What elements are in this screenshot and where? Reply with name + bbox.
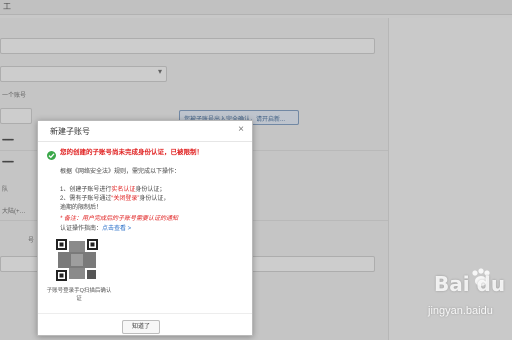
guide-link[interactable]: 点击查看 > [102,226,131,232]
dialog-step-2-line-2: 逾期的限制后！ [60,205,103,211]
qr-caption: 子账号登录手Q扫描后确认证 [46,288,112,302]
dialog-step-1: 1、创建子账号进行实名认证身份认证； [60,186,248,195]
qr-code-image [55,238,99,282]
watermark-url: jingyan.baidu [428,305,493,317]
dialog-intro: 根据《网络安全法》规则，需完成以下操作： [60,169,181,175]
note-text: * 备注：用户完成后的子账号需要认证的通知 [60,216,179,222]
dialog-guide: 认证操作指南：点击查看 > [60,225,248,234]
step-2-highlight: “关闭登录” [111,196,140,202]
success-check-icon [47,151,56,160]
close-icon[interactable]: × [238,124,244,135]
step-1-highlight: 实名认证 [111,187,136,193]
watermark-logo: Bai du [434,272,506,296]
dialog-header: 新建子账号 × [38,121,252,142]
dialog-footer: 知道了 [38,313,252,336]
dialog-step-2: 2、需有子账号通过“关闭登录”身份认证， [60,195,248,204]
dialog-note: * 备注：用户完成后的子账号需要认证的通知 [60,215,248,224]
step-2-prefix: 2、需有子账号通过 [60,196,112,202]
create-subaccount-dialog: 新建子账号 × 您的创建的子账号尚未完成身份认证，已被限制！ 根据《网络安全法》… [37,120,253,336]
dialog-title: 新建子账号 [50,127,90,136]
step-1-prefix: 1、创建子账号进行 [60,187,112,193]
step-2-suffix: 身份认证， [139,196,170,202]
guide-label: 认证操作指南： [60,226,103,232]
step-1-suffix: 身份认证； [135,187,166,193]
acknowledge-button[interactable]: 知道了 [122,320,160,334]
dialog-headline: 您的创建的子账号尚未完成身份认证，已被限制！ [60,149,203,156]
